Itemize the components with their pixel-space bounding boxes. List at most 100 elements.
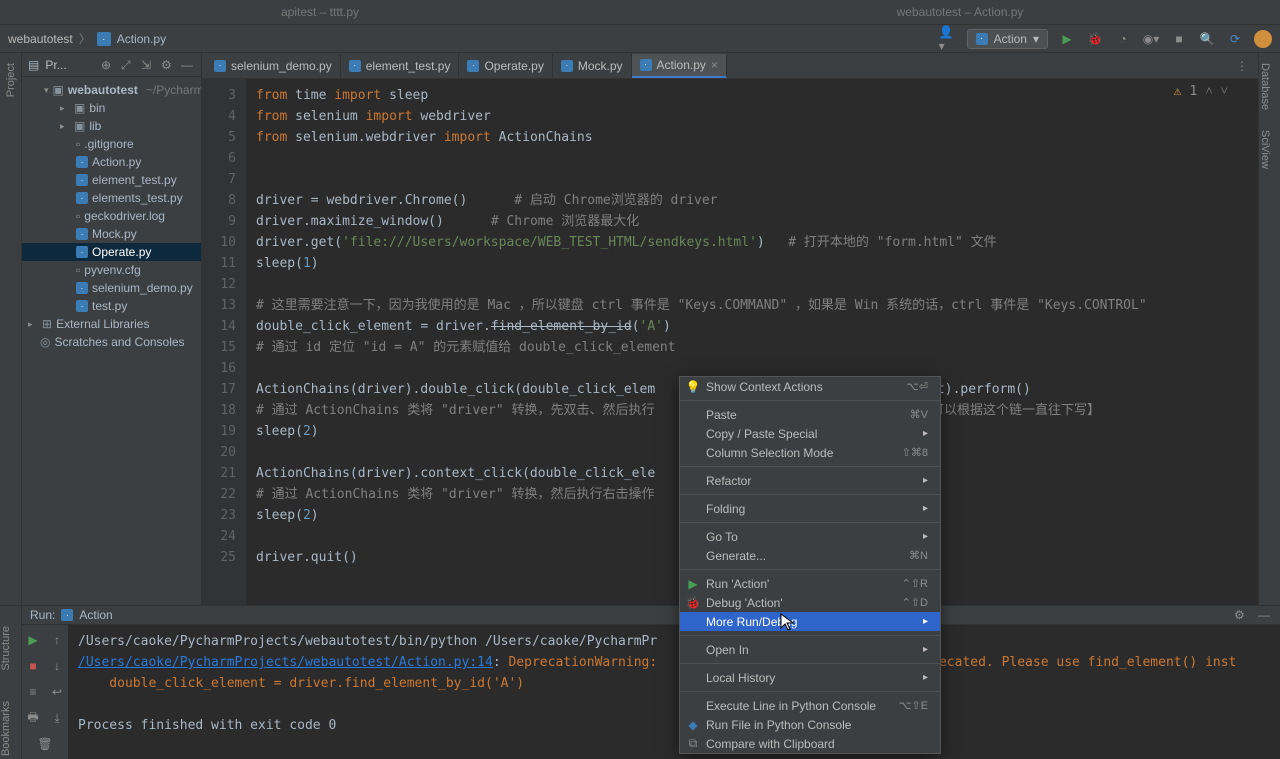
tree-root[interactable]: ▾ ▣ webautotest ~/PycharmPr bbox=[22, 81, 201, 99]
wrap-button[interactable]: ↩ bbox=[48, 683, 66, 701]
editor-tab[interactable]: ·Operate.py bbox=[459, 54, 552, 78]
tree-item[interactable]: ▫geckodriver.log bbox=[22, 207, 201, 225]
chevron-right-icon: ▸ bbox=[923, 616, 928, 627]
python-file-icon: · bbox=[76, 282, 88, 294]
expand-icon[interactable]: ⤢ bbox=[121, 58, 135, 72]
tree-item[interactable]: ·Action.py bbox=[22, 153, 201, 171]
sciview-tool-tab[interactable]: SciView bbox=[1259, 110, 1271, 169]
chevron-right-icon: ▸ bbox=[923, 531, 928, 542]
profile-button[interactable]: ◉▾ bbox=[1142, 30, 1160, 48]
menu-item[interactable]: Column Selection Mode⇧⌘8 bbox=[680, 443, 940, 462]
python-file-icon: · bbox=[76, 228, 88, 240]
menu-item[interactable]: Execute Line in Python Console⌥⇧E bbox=[680, 696, 940, 715]
trash-button[interactable]: 🗑 bbox=[36, 735, 54, 753]
menu-item[interactable]: ◆Run File in Python Console bbox=[680, 715, 940, 734]
editor-tab[interactable]: ·element_test.py bbox=[341, 54, 460, 78]
coverage-button[interactable]: ◔ bbox=[1114, 30, 1132, 48]
tree-item[interactable]: ·selenium_demo.py bbox=[22, 279, 201, 297]
menu-item[interactable]: Local History▸ bbox=[680, 668, 940, 687]
tree-item[interactable]: ▫pyvenv.cfg bbox=[22, 261, 201, 279]
tree-item[interactable]: ▸▣lib bbox=[22, 117, 201, 135]
menu-item[interactable]: Copy / Paste Special▸ bbox=[680, 424, 940, 443]
layout-button[interactable]: ≡ bbox=[24, 683, 42, 701]
python-file-icon: · bbox=[76, 174, 88, 186]
gear-icon[interactable]: ⚙ bbox=[1234, 608, 1248, 622]
collapse-icon[interactable]: ⇲ bbox=[141, 58, 155, 72]
scroll-button[interactable]: ⤓ bbox=[48, 709, 66, 727]
inspection-widget[interactable]: ⚠ 1 ˄ ˅ bbox=[1174, 83, 1228, 99]
editor-tab[interactable]: ·selenium_demo.py bbox=[206, 54, 341, 78]
print-button[interactable]: 🖶 bbox=[24, 709, 42, 727]
updates-icon[interactable]: ⟳ bbox=[1226, 30, 1244, 48]
hide-icon[interactable]: — bbox=[1258, 608, 1272, 622]
chevron-down-icon[interactable]: ˅ bbox=[1221, 83, 1228, 99]
folder-icon: ▣ bbox=[74, 119, 85, 133]
menu-item[interactable]: 🐞Debug 'Action'⌃⇧D bbox=[680, 593, 940, 612]
close-icon[interactable]: × bbox=[711, 58, 718, 72]
context-menu: 💡Show Context Actions⌥⏎ Paste⌘VCopy / Pas… bbox=[679, 376, 941, 754]
chevron-up-icon[interactable]: ˄ bbox=[1205, 83, 1212, 99]
breadcrumb-project[interactable]: webautotest bbox=[8, 32, 73, 46]
run-button[interactable]: ▶ bbox=[1058, 30, 1076, 48]
run-output[interactable]: /Users/caoke/PycharmProjects/webautotest… bbox=[68, 625, 1280, 759]
menu-separator bbox=[680, 569, 940, 570]
gear-icon[interactable]: ⚙ bbox=[161, 58, 175, 72]
stop-button[interactable]: ■ bbox=[1170, 30, 1188, 48]
stop-button[interactable]: ■ bbox=[24, 657, 42, 675]
down-button[interactable]: ↓ bbox=[48, 657, 66, 675]
run-toolbar: ▶ ↑ ■ ↓ ≡ ↩ 🖶 ⤓ 🗑 bbox=[22, 625, 68, 759]
menu-shortcut: ⌘N bbox=[909, 549, 928, 562]
tree-item[interactable]: ▫.gitignore bbox=[22, 135, 201, 153]
menu-item[interactable]: ▶Run 'Action'⌃⇧R bbox=[680, 574, 940, 593]
python-file-icon: · bbox=[76, 246, 88, 258]
right-tool-gutter: Database SciView bbox=[1258, 53, 1280, 605]
rerun-button[interactable]: ▶ bbox=[24, 631, 42, 649]
menu-item[interactable]: Paste⌘V bbox=[680, 405, 940, 424]
chevron-right-icon: ▸ bbox=[60, 121, 70, 132]
run-label: Run: bbox=[30, 608, 55, 622]
menu-item[interactable]: More Run/Debug▸ bbox=[680, 612, 940, 631]
python-file-icon: · bbox=[214, 60, 226, 72]
avatar[interactable] bbox=[1254, 30, 1272, 48]
run-configuration-dropdown[interactable]: · Action ▾ bbox=[967, 29, 1048, 49]
debug-button[interactable]: 🐞 bbox=[1086, 30, 1104, 48]
python-icon: · bbox=[976, 33, 988, 45]
menu-item[interactable]: Refactor▸ bbox=[680, 471, 940, 490]
scratches-consoles[interactable]: ◎ Scratches and Consoles bbox=[22, 333, 201, 351]
editor-tab[interactable]: ·Action.py× bbox=[632, 54, 727, 78]
tree-item[interactable]: ·test.py bbox=[22, 297, 201, 315]
locate-icon[interactable]: ⊕ bbox=[101, 58, 115, 72]
python-icon: ◆ bbox=[686, 718, 700, 732]
run-config-name[interactable]: Action bbox=[79, 608, 112, 622]
navbar: webautotest 〉 · Action.py 👤▾ · Action ▾ … bbox=[0, 25, 1280, 53]
database-tool-tab[interactable]: Database bbox=[1259, 53, 1271, 110]
editor-tab[interactable]: ·Mock.py bbox=[553, 54, 632, 78]
bookmarks-tool-tab[interactable]: Bookmarks bbox=[0, 701, 12, 756]
tree-item[interactable]: ·element_test.py bbox=[22, 171, 201, 189]
file-icon: ▫ bbox=[76, 263, 80, 277]
python-file-icon: · bbox=[561, 60, 573, 72]
menu-item[interactable]: Open In▸ bbox=[680, 640, 940, 659]
menu-item[interactable]: Go To▸ bbox=[680, 527, 940, 546]
project-tool-tab[interactable]: Project bbox=[5, 63, 17, 97]
menu-item[interactable]: Generate...⌘N bbox=[680, 546, 940, 565]
menu-item[interactable]: ⧉Compare with Clipboard bbox=[680, 734, 940, 753]
menu-separator bbox=[680, 400, 940, 401]
up-button[interactable]: ↑ bbox=[48, 631, 66, 649]
tree-item[interactable]: ·Mock.py bbox=[22, 225, 201, 243]
menu-shortcut: ⌥⏎ bbox=[906, 380, 928, 393]
menu-item[interactable]: 💡Show Context Actions⌥⏎ bbox=[680, 377, 940, 396]
breadcrumb-file[interactable]: Action.py bbox=[117, 32, 166, 46]
titlebar-left: apitest – tttt.py bbox=[0, 0, 640, 24]
project-panel-header: ▤ Pr... ⊕ ⤢ ⇲ ⚙ — bbox=[22, 53, 201, 77]
tree-item[interactable]: ·Operate.py bbox=[22, 243, 201, 261]
structure-tool-tab[interactable]: Structure bbox=[0, 626, 12, 671]
tree-item[interactable]: ▸▣bin bbox=[22, 99, 201, 117]
hide-icon[interactable]: — bbox=[181, 58, 195, 72]
search-icon[interactable]: 🔍 bbox=[1198, 30, 1216, 48]
tab-options-icon[interactable]: ⋮ bbox=[1236, 59, 1250, 73]
menu-item[interactable]: Folding▸ bbox=[680, 499, 940, 518]
external-libraries[interactable]: ▸ ⊞ External Libraries bbox=[22, 315, 201, 333]
user-icon[interactable]: 👤▾ bbox=[939, 30, 957, 48]
tree-item[interactable]: ·elements_test.py bbox=[22, 189, 201, 207]
